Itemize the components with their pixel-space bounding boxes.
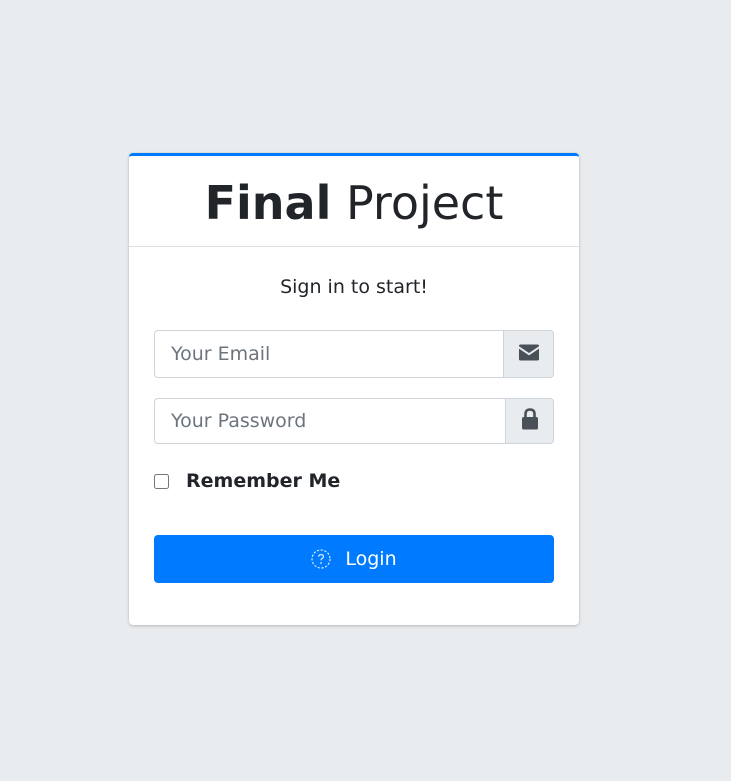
envelope-icon <box>518 344 540 365</box>
card-body: Sign in to start! <box>129 247 579 297</box>
login-card: Final Project Sign in to start! Your Ema… <box>129 153 579 625</box>
brand-title[interactable]: Final Project <box>205 180 504 226</box>
email-input[interactable] <box>154 330 503 378</box>
email-input-group <box>154 330 554 378</box>
remember-me: Remember Me <box>154 470 340 492</box>
password-input[interactable] <box>154 398 505 444</box>
password-input-group <box>154 398 554 444</box>
lock-icon <box>521 408 539 434</box>
remember-me-checkbox[interactable] <box>154 473 169 489</box>
question-circle-icon <box>311 549 331 569</box>
brand-title-bold: Final <box>204 176 332 230</box>
brand-title-regular: Project <box>331 176 504 230</box>
login-button[interactable]: Login <box>154 535 554 583</box>
login-box-message: Sign in to start! <box>280 276 428 298</box>
card-header: Final Project <box>129 156 579 247</box>
remember-me-label[interactable]: Remember Me <box>186 470 340 492</box>
login-button-label: Login <box>345 548 397 570</box>
password-addon <box>505 398 554 444</box>
email-addon <box>503 330 554 378</box>
